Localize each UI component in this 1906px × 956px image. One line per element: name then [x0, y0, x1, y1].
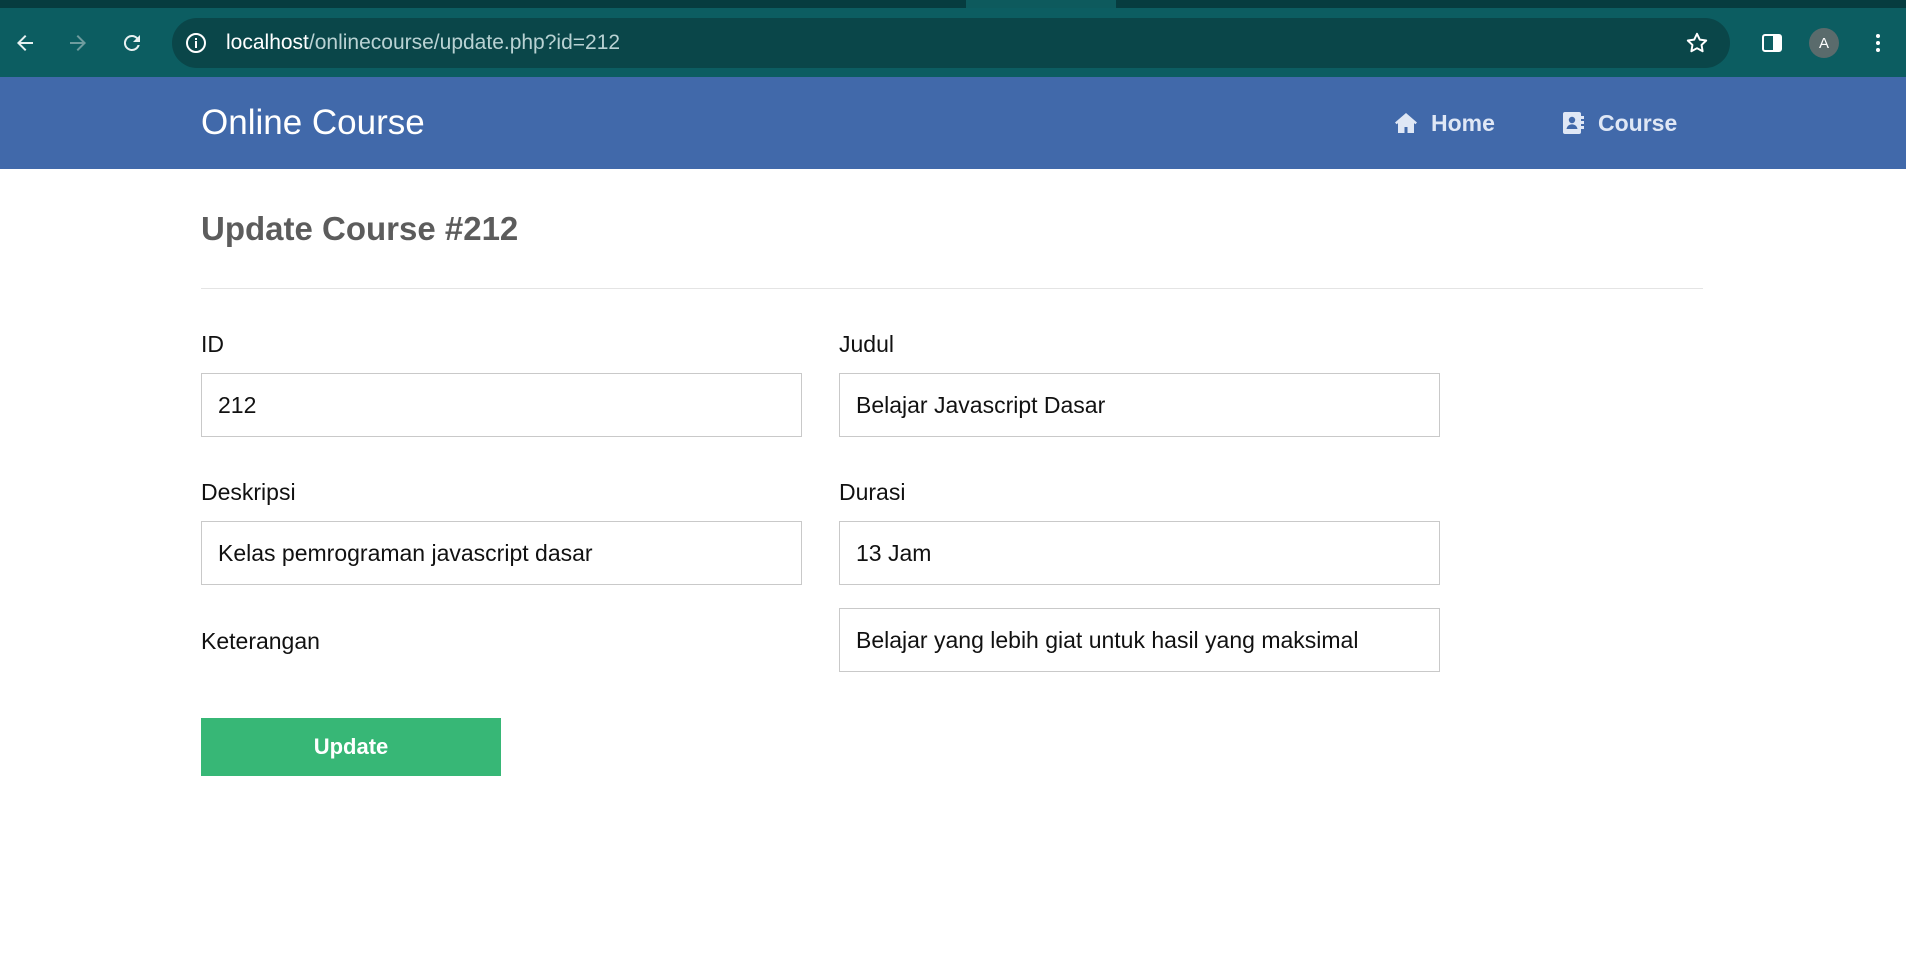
url-path: /onlinecourse/update.php?id=212: [308, 31, 621, 54]
nav-link-course-label: Course: [1598, 109, 1678, 136]
nav-link-home-label: Home: [1431, 109, 1495, 136]
menu-dots-icon[interactable]: [1863, 28, 1893, 58]
active-tab-edge: [966, 0, 1116, 8]
page-title: Update Course #212: [201, 210, 519, 247]
brand-title[interactable]: Online Course: [201, 77, 425, 169]
update-button[interactable]: Update: [201, 718, 501, 776]
site-info-icon[interactable]: [184, 31, 208, 55]
keterangan-field[interactable]: [839, 608, 1440, 672]
title-divider: [201, 288, 1703, 289]
id-field[interactable]: [201, 373, 802, 437]
judul-field[interactable]: [839, 373, 1440, 437]
durasi-field[interactable]: [839, 521, 1440, 585]
side-panel-icon[interactable]: [1757, 28, 1787, 58]
browser-toolbar: localhost/onlinecourse/update.php?id=212…: [0, 8, 1906, 77]
site-navbar: Online Course Home Course: [0, 77, 1906, 169]
reload-icon[interactable]: [117, 28, 147, 58]
nav-link-home[interactable]: Home: [1393, 77, 1495, 169]
judul-label: Judul: [839, 331, 894, 357]
url-host: localhost: [226, 31, 309, 54]
bookmark-star-icon[interactable]: [1684, 30, 1710, 56]
keterangan-label: Keterangan: [201, 628, 320, 654]
browser-tab-strip: [0, 0, 1906, 8]
home-icon: [1395, 113, 1417, 133]
address-bar[interactable]: localhost/onlinecourse/update.php?id=212: [172, 18, 1730, 68]
back-icon[interactable]: [10, 28, 40, 58]
deskripsi-label: Deskripsi: [201, 479, 296, 505]
url-text[interactable]: localhost/onlinecourse/update.php?id=212: [226, 18, 620, 68]
id-label: ID: [201, 331, 224, 357]
address-book-icon: [1563, 112, 1584, 134]
forward-icon[interactable]: [63, 28, 93, 58]
nav-link-course[interactable]: Course: [1560, 77, 1677, 169]
deskripsi-field[interactable]: [201, 521, 802, 585]
profile-avatar[interactable]: A: [1809, 28, 1839, 58]
durasi-label: Durasi: [839, 479, 906, 505]
